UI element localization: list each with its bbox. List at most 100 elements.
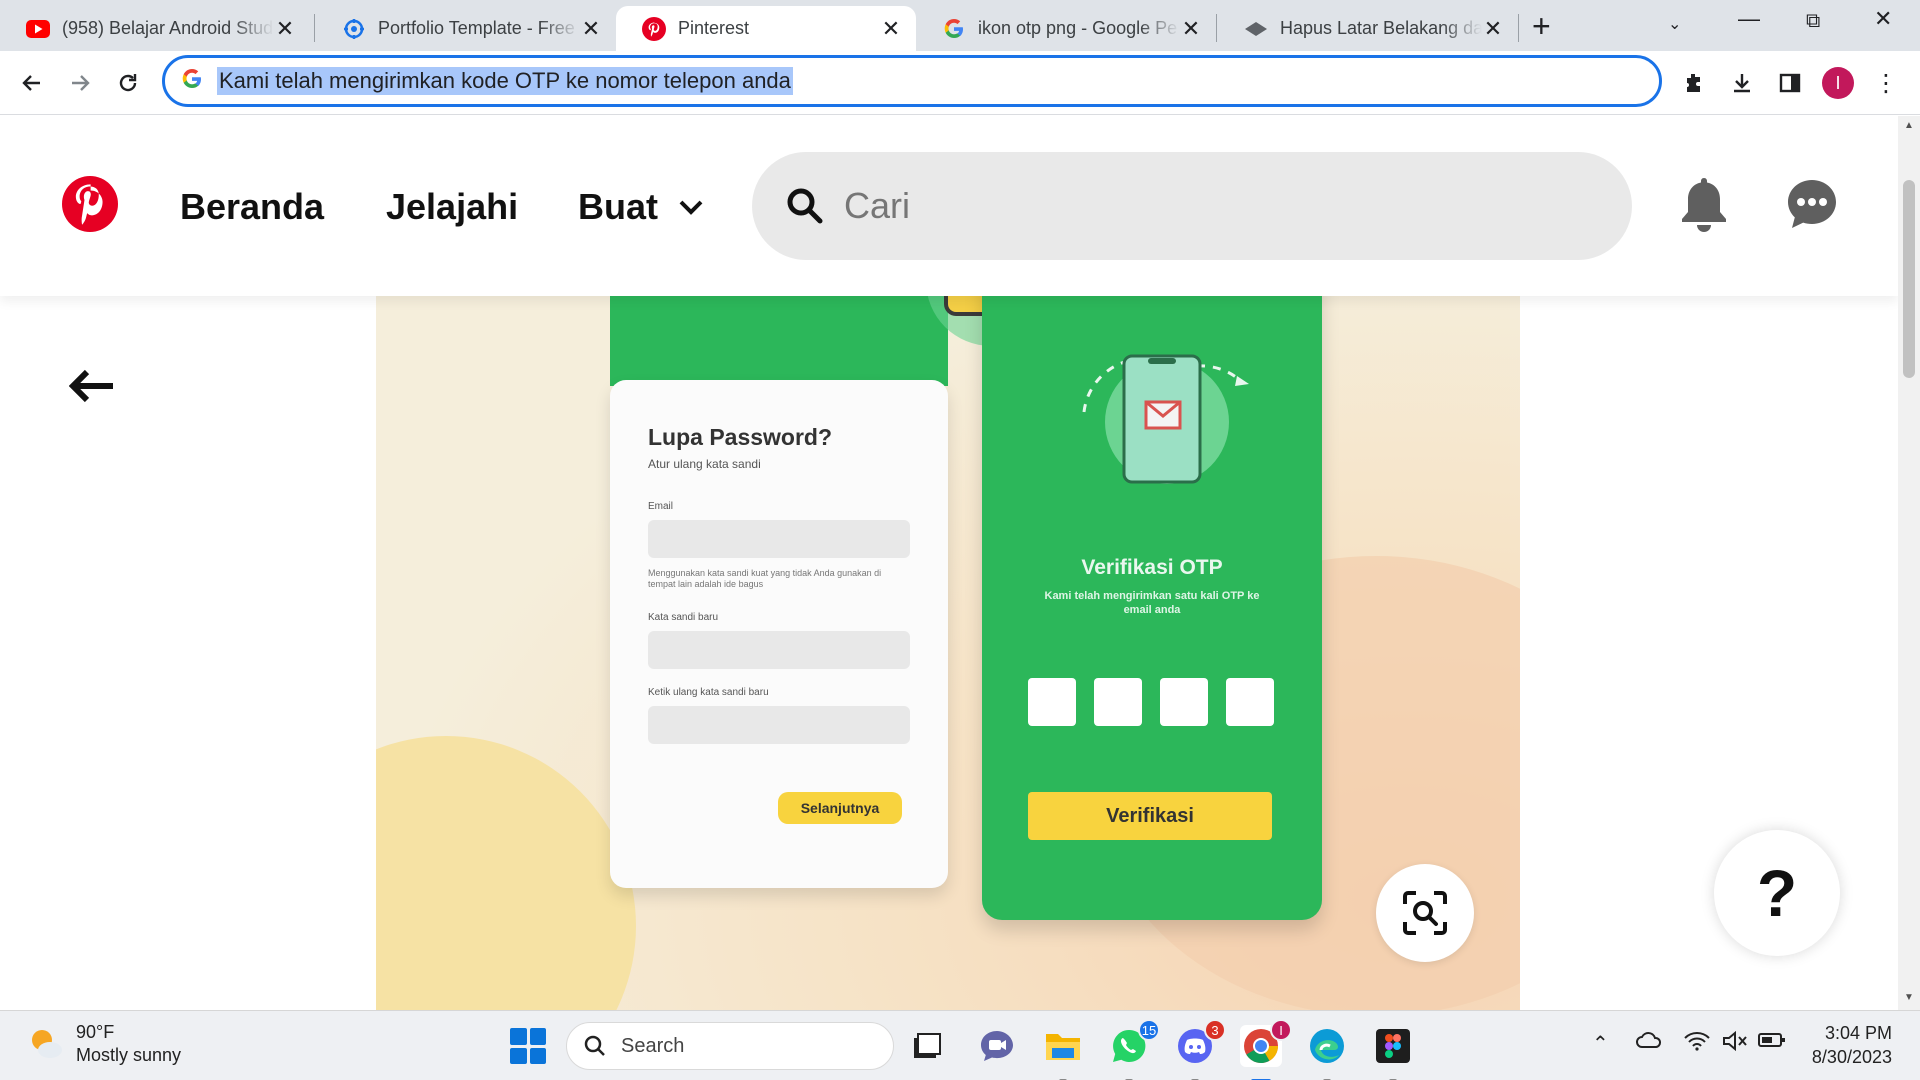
windows-logo-icon	[510, 1028, 527, 1045]
tab-title: Pinterest	[678, 18, 750, 38]
address-bar-text[interactable]: Kami telah mengirimkan kode OTP ke nomor…	[217, 67, 793, 95]
pin-image[interactable]: Lupa Password? Atur ulang kata sandi Ema…	[376, 256, 1520, 1010]
windows-logo-icon	[529, 1047, 546, 1064]
close-tab-icon[interactable]: ✕	[580, 16, 602, 42]
taskbar-app-chrome[interactable]: I	[1240, 1019, 1292, 1080]
reload-button[interactable]	[110, 65, 146, 101]
tab-google-search[interactable]: ikon otp png - Google Pe ✕	[916, 6, 1216, 51]
taskbar-search[interactable]: Search	[566, 1022, 894, 1070]
side-panel-button[interactable]	[1772, 65, 1808, 101]
visual-search-icon	[1403, 891, 1447, 935]
messages-icon[interactable]	[1782, 174, 1842, 234]
back-arrow-button[interactable]	[66, 360, 118, 412]
page-scrollbar[interactable]: ▲ ▼	[1898, 116, 1920, 1010]
google-icon	[942, 17, 966, 41]
chrome-menu-icon[interactable]: ⋮	[1868, 65, 1904, 101]
taskbar-app-teams[interactable]	[976, 1025, 1018, 1067]
new-password-label: Kata sandi baru	[648, 611, 719, 623]
profile-button[interactable]: I	[1820, 65, 1856, 101]
otp-code-boxes	[1028, 678, 1274, 726]
visual-search-button[interactable]	[1376, 864, 1474, 962]
close-tab-icon[interactable]: ✕	[1180, 16, 1202, 42]
tab-title: ikon otp png - Google Pe	[978, 18, 1178, 38]
repeat-password-field	[648, 705, 910, 744]
weather-widget[interactable]: 90°F Mostly sunny	[28, 1021, 181, 1068]
chevron-down-icon	[679, 200, 703, 215]
avatar: I	[1822, 67, 1854, 99]
taskbar-app-task-view[interactable]	[906, 1025, 948, 1067]
scrollbar-thumb[interactable]	[1903, 180, 1915, 378]
pinterest-header: Beranda Jelajahi Buat Cari	[0, 116, 1898, 296]
tab-title: Hapus Latar Belakang dari	[1280, 18, 1482, 38]
otp-digit-box	[1028, 678, 1076, 726]
forgot-password-title: Lupa Password?	[648, 424, 833, 450]
tab-pinterest[interactable]: Pinterest ✕	[616, 6, 916, 51]
scroll-down-arrow-icon[interactable]: ▼	[1904, 992, 1914, 1003]
tab-search-chevron-icon[interactable]: ⌄	[1668, 14, 1681, 34]
help-button[interactable]: ?	[1714, 830, 1840, 956]
close-tab-icon[interactable]: ✕	[1482, 16, 1504, 42]
downloads-button[interactable]	[1724, 65, 1760, 101]
taskbar-app-discord[interactable]: 3	[1174, 1019, 1226, 1080]
battery-icon[interactable]	[1758, 1031, 1786, 1054]
taskbar-app-edge[interactable]	[1306, 1025, 1348, 1080]
nav-explore[interactable]: Jelajahi	[386, 186, 518, 228]
tab-title: (958) Belajar Android Studio	[62, 18, 274, 38]
reload-icon	[119, 74, 137, 92]
tab-remove-background[interactable]: Hapus Latar Belakang dari ✕	[1218, 6, 1518, 51]
tab-title: Portfolio Template - Free W	[378, 18, 580, 38]
otp-title: Verifikasi OTP	[1081, 556, 1223, 579]
volume-muted-icon[interactable]	[1722, 1030, 1748, 1057]
teams-chat-icon	[981, 1031, 1013, 1061]
nav-create[interactable]: Buat	[578, 186, 704, 228]
browser-toolbar: Kami telah mengirimkan kode OTP ke nomor…	[0, 51, 1920, 115]
otp-subtitle: Kami telah mengirimkan satu kali OTP ke …	[1044, 590, 1260, 616]
password-hint: Menggunakan kata sandi kuat yang tidak A…	[648, 568, 882, 589]
wifi-icon[interactable]	[1684, 1031, 1710, 1057]
taskbar-app-whatsapp[interactable]: 15	[1108, 1019, 1160, 1080]
notifications-bell-icon[interactable]	[1674, 174, 1734, 234]
back-arrow-icon	[22, 75, 40, 91]
edge-icon	[1310, 1029, 1344, 1063]
clock-date: 8/30/2023	[1811, 1047, 1892, 1068]
onedrive-icon[interactable]	[1636, 1031, 1662, 1055]
taskbar-app-figma[interactable]	[1372, 1025, 1414, 1080]
new-tab-button[interactable]: +	[1532, 8, 1551, 45]
close-tab-icon[interactable]: ✕	[880, 16, 902, 42]
partly-sunny-icon	[32, 1030, 62, 1059]
pinterest-logo-icon[interactable]	[62, 176, 118, 232]
remove-bg-icon	[1244, 17, 1268, 41]
forward-button[interactable]	[62, 65, 98, 101]
task-view-icon	[914, 1033, 941, 1058]
windows-logo-icon	[529, 1028, 546, 1045]
show-hidden-icons-chevron-icon[interactable]: ⌃	[1592, 1031, 1609, 1056]
nav-create-label: Buat	[578, 186, 658, 227]
system-clock[interactable]: 3:04 PM 8/30/2023	[1800, 1021, 1892, 1070]
tab-separator	[1216, 14, 1217, 42]
portfolio-icon	[342, 17, 366, 41]
extensions-button[interactable]	[1676, 65, 1712, 101]
restore-icon[interactable]: ⧉	[1806, 10, 1820, 33]
taskbar-search-label: Search	[621, 1034, 685, 1057]
address-bar[interactable]: Kami telah mengirimkan kode OTP ke nomor…	[162, 55, 1662, 107]
nav-home[interactable]: Beranda	[180, 186, 324, 228]
minimize-icon[interactable]: —	[1738, 6, 1760, 32]
otp-digit-box	[1226, 678, 1274, 726]
figma-icon	[1376, 1029, 1410, 1063]
search-bar[interactable]: Cari	[752, 152, 1632, 260]
otp-digit-box	[1160, 678, 1208, 726]
back-button[interactable]	[14, 65, 50, 101]
scroll-up-arrow-icon[interactable]: ▲	[1904, 120, 1914, 131]
weather-description: Mostly sunny	[76, 1045, 182, 1066]
forward-arrow-icon	[72, 75, 90, 91]
search-input[interactable]: Cari	[844, 185, 910, 227]
tab-portfolio-template[interactable]: Portfolio Template - Free W ✕	[316, 6, 616, 51]
tab-youtube[interactable]: (958) Belajar Android Studio ✕	[0, 6, 310, 51]
close-window-icon[interactable]: ✕	[1874, 6, 1892, 32]
start-button[interactable]	[510, 1028, 546, 1064]
close-tab-icon[interactable]: ✕	[274, 16, 296, 42]
repeat-password-label: Ketik ulang kata sandi baru	[648, 686, 769, 698]
decor-blob	[376, 736, 636, 1010]
back-arrow-icon	[69, 369, 113, 403]
taskbar-app-file-explorer[interactable]	[1042, 1025, 1084, 1080]
